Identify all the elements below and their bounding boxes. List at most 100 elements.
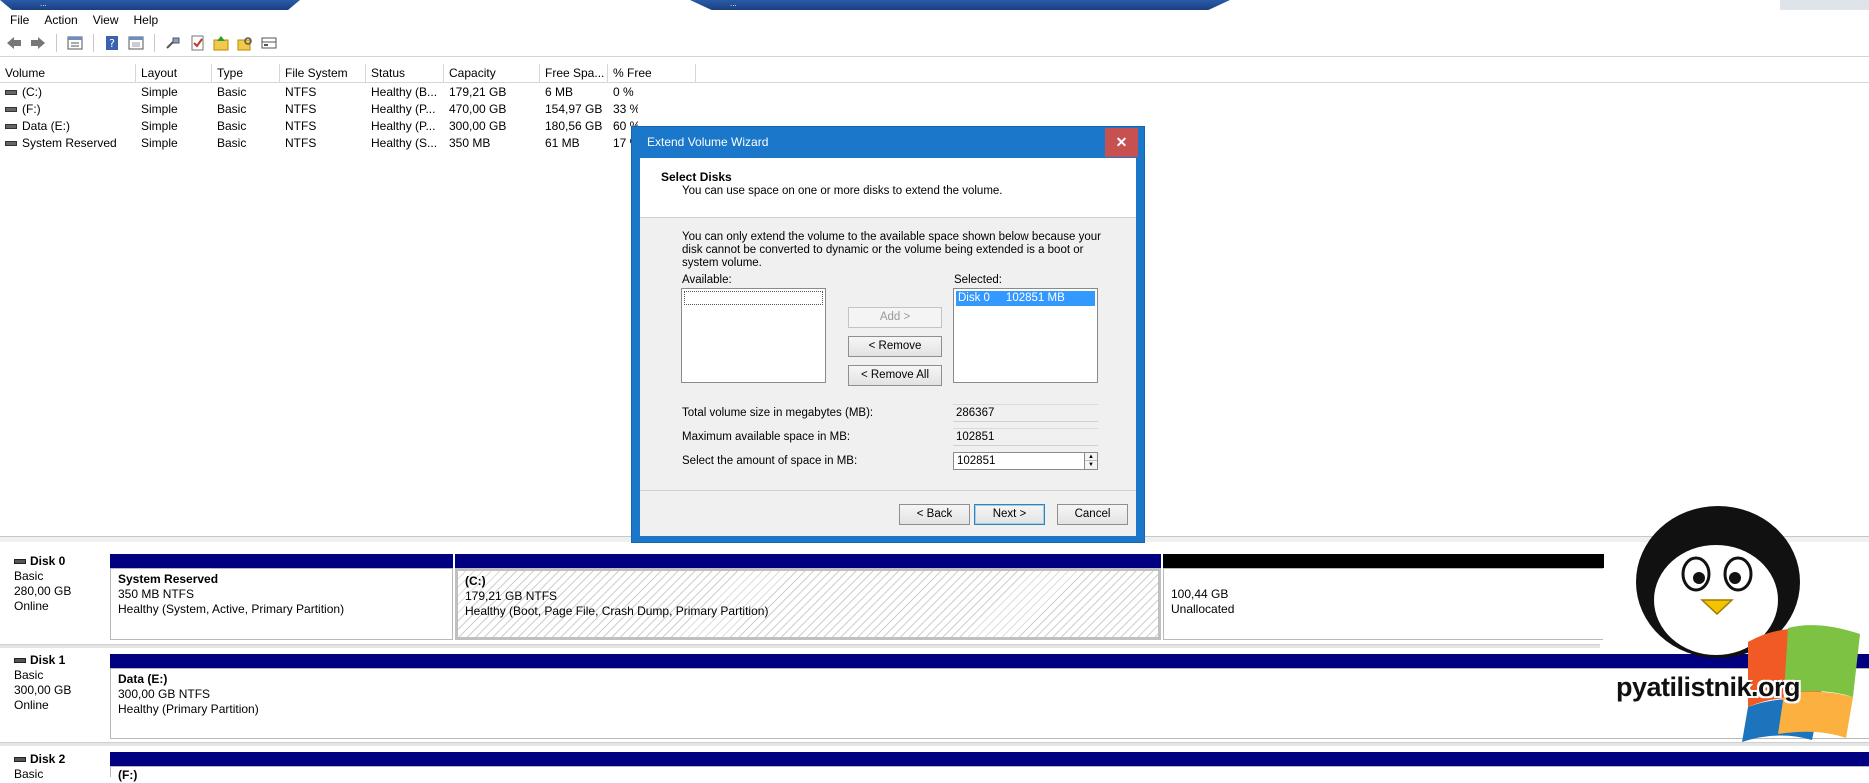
partition-c-drive[interactable]: (C:) 179,21 GB NTFS Healthy (Boot, Page … [455, 554, 1161, 640]
menu-help[interactable]: Help [134, 13, 168, 27]
column-header-layout[interactable]: Layout [136, 64, 212, 83]
toolbar-separator [154, 33, 155, 52]
extend-volume-wizard-dialog: Extend Volume Wizard ✕ Select Disks You … [631, 126, 1145, 543]
add-button[interactable]: Add > [848, 307, 942, 328]
volume-row[interactable]: System Reserved Simple Basic NTFS Health… [0, 135, 638, 152]
disk-icon [14, 658, 26, 664]
partition-status: Healthy (Boot, Page File, Crash Dump, Pr… [465, 604, 769, 618]
amount-label: Select the amount of space in MB: [682, 455, 858, 467]
forward-arrow-icon[interactable] [28, 33, 48, 53]
column-header-type[interactable]: Type [212, 64, 280, 83]
type-cell: Basic [217, 136, 247, 150]
partition-system-reserved[interactable]: System Reserved 350 MB NTFS Healthy (Sys… [110, 554, 453, 640]
max-space-label: Maximum available space in MB: [682, 431, 851, 443]
disk-2-label[interactable]: Disk 2 Basic [0, 752, 110, 782]
filesystem-cell: NTFS [285, 119, 317, 133]
column-header-volume[interactable]: Volume [0, 64, 136, 83]
back-button[interactable]: < Back [899, 504, 970, 525]
dialog-title[interactable]: Extend Volume Wizard [632, 127, 1144, 158]
toolbar-separator [56, 33, 57, 52]
remote-session-tab-3 [1780, 0, 1869, 10]
volume-cell: (F:) [0, 101, 136, 118]
free-space-cell: 61 MB [545, 136, 580, 150]
disk-separator [0, 742, 1869, 746]
column-header-file-system[interactable]: File System [280, 64, 366, 83]
selected-item-disk-0[interactable]: Disk 0 102851 MB [956, 291, 1095, 306]
remove-all-button[interactable]: < Remove All [848, 365, 942, 386]
type-cell: Basic [217, 119, 247, 133]
partition-bar [110, 752, 1869, 766]
partition-title: (F:) [118, 768, 138, 782]
capacity-cell: 350 MB [449, 136, 491, 150]
footer-divider [640, 490, 1136, 491]
search-folder-icon[interactable] [235, 33, 255, 53]
volume-name: (C:) [22, 85, 42, 99]
disk-type: Basic [14, 668, 44, 682]
menu-file[interactable]: File [10, 13, 38, 27]
capacity-cell: 179,21 GB [449, 85, 507, 99]
partition-status: Unallocated [1171, 602, 1235, 616]
focus-placeholder [684, 291, 823, 305]
properties-icon[interactable] [126, 33, 146, 53]
disk-name: Disk 0 [30, 554, 66, 568]
disk-name: Disk 1 [30, 653, 66, 667]
volume-list-header: Volume Layout Type File System Status Ca… [0, 64, 1869, 83]
column-header-capacity[interactable]: Capacity [444, 64, 540, 83]
menu-view[interactable]: View [93, 13, 128, 27]
partition-title: (C:) [465, 574, 486, 588]
partition-f-drive[interactable]: (F:) [110, 752, 1869, 782]
column-header-free-space[interactable]: Free Spa... [540, 64, 608, 83]
wizard-heading: Select Disks [661, 170, 732, 184]
layout-cell: Simple [141, 85, 178, 99]
status-cell: Healthy (B... [371, 85, 438, 99]
disk-view-icon[interactable] [259, 33, 279, 53]
close-button[interactable]: ✕ [1105, 128, 1138, 157]
volume-row[interactable]: (F:) Simple Basic NTFS Healthy (P... 470… [0, 101, 638, 118]
partition-unallocated[interactable]: 100,44 GB Unallocated [1163, 554, 1604, 640]
spin-up-icon[interactable]: ▲ [1085, 453, 1097, 461]
help-icon[interactable]: ? [102, 33, 122, 53]
folder-up-icon[interactable] [211, 33, 231, 53]
info-text: You can only extend the volume to the av… [682, 231, 1101, 269]
free-space-cell: 6 MB [545, 85, 574, 99]
menu-action[interactable]: Action [44, 13, 86, 27]
column-header-status[interactable]: Status [366, 64, 444, 83]
volume-row[interactable]: Data (E:) Simple Basic NTFS Healthy (P..… [0, 118, 638, 135]
remote-session-tab-2[interactable]: ... [690, 0, 1230, 10]
remote-tab-label: ... [40, 0, 47, 8]
next-button[interactable]: Next > [974, 504, 1045, 525]
disk-size: 280,00 GB [14, 584, 72, 598]
disk-separator [0, 644, 1600, 648]
volume-icon [5, 90, 17, 96]
percent-free-cell: 0 % [613, 85, 634, 99]
toolbar-separator [93, 33, 94, 52]
percent-free-cell: 33 % [613, 102, 638, 116]
available-listbox[interactable] [681, 288, 826, 383]
disk-state: Online [14, 698, 49, 712]
remote-tab-label: ... [730, 0, 737, 8]
remote-session-tab-1[interactable]: ... [0, 0, 300, 10]
filesystem-cell: NTFS [285, 136, 317, 150]
disk-name: Disk 2 [30, 752, 66, 766]
back-arrow-icon[interactable] [4, 33, 24, 53]
volume-row[interactable]: (C:) Simple Basic NTFS Healthy (B... 179… [0, 84, 638, 101]
connect-icon[interactable] [163, 33, 183, 53]
disk-1-label[interactable]: Disk 1 Basic 300,00 GB Online [0, 653, 110, 713]
disk-0-label[interactable]: Disk 0 Basic 280,00 GB Online [0, 554, 110, 614]
cancel-button[interactable]: Cancel [1057, 504, 1128, 525]
partition-title: System Reserved [118, 572, 219, 586]
volume-cell: (C:) [0, 84, 136, 101]
remove-button[interactable]: < Remove [848, 336, 942, 357]
disk-icon [14, 757, 26, 763]
column-header-percent-free[interactable]: % Free [608, 64, 696, 83]
list-view-icon[interactable] [65, 33, 85, 53]
amount-spinner[interactable]: ▲ ▼ [1084, 452, 1098, 470]
status-cell: Healthy (S... [371, 136, 438, 150]
amount-input[interactable]: 102851 [953, 452, 1085, 470]
selected-listbox[interactable]: Disk 0 102851 MB [953, 288, 1098, 383]
spin-down-icon[interactable]: ▼ [1085, 461, 1097, 469]
check-icon[interactable] [187, 33, 207, 53]
watermark-logo: pyatilistnik.org [1598, 502, 1869, 742]
layout-cell: Simple [141, 102, 178, 116]
remote-session-strip: ... ... [0, 0, 1869, 10]
